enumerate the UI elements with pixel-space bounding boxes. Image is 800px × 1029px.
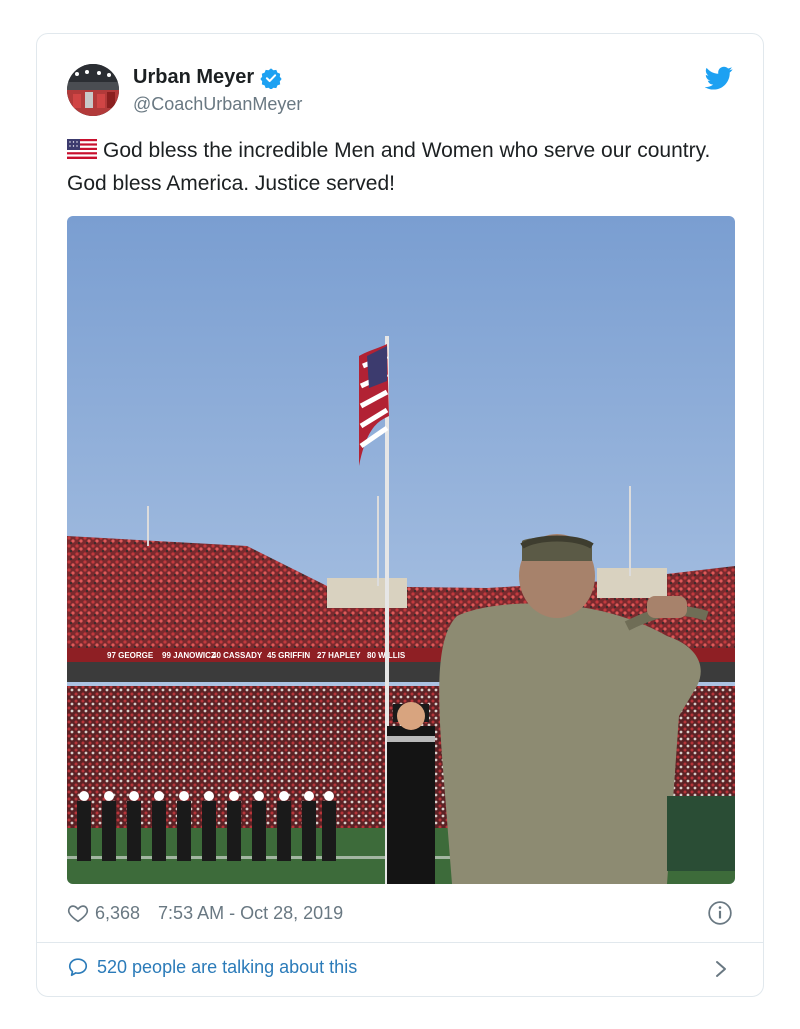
avatar[interactable]: [67, 64, 119, 116]
svg-text:45 GRIFFIN: 45 GRIFFIN: [267, 651, 310, 660]
verified-badge-icon: [260, 67, 282, 89]
tweet-text-body: God bless the incredible Men and Women w…: [67, 139, 711, 195]
tweet-meta: 6,368 7:53 AM - Oct 28, 2019: [67, 900, 343, 926]
speech-bubble-icon: [68, 958, 88, 977]
tweet-timestamp[interactable]: 7:53 AM - Oct 28, 2019: [158, 903, 343, 924]
author-name-text[interactable]: Urban Meyer: [133, 66, 254, 89]
twitter-bird-icon[interactable]: [705, 64, 733, 92]
conversation-text[interactable]: 520 people are talking about this: [97, 957, 357, 978]
svg-text:27 HAPLEY: 27 HAPLEY: [317, 651, 361, 660]
svg-text:97 GEORGE: 97 GEORGE: [107, 651, 154, 660]
tweet-card: Urban Meyer @CoachUrbanMeyer God bless t…: [36, 33, 764, 997]
svg-text:40 CASSADY: 40 CASSADY: [212, 651, 263, 660]
chevron-right-icon[interactable]: [713, 958, 729, 980]
tweet-photo[interactable]: 97 GEORGE 99 JANOWICZ 40 CASSADY 45 GRIFFI…: [67, 216, 735, 884]
footer-divider: [37, 942, 763, 943]
tweet-text: God bless the incredible Men and Women w…: [67, 134, 737, 200]
author-handle[interactable]: @CoachUrbanMeyer: [133, 94, 302, 115]
like-count[interactable]: 6,368: [95, 903, 140, 924]
info-icon[interactable]: [707, 900, 733, 926]
us-flag-emoji-icon: [67, 139, 97, 159]
conversation-link[interactable]: 520 people are talking about this: [67, 956, 357, 978]
stadium-salute-photo: 97 GEORGE 99 JANOWICZ 40 CASSADY 45 GRIFFI…: [67, 216, 735, 884]
svg-text:99 JANOWICZ: 99 JANOWICZ: [162, 651, 216, 660]
heart-icon[interactable]: [67, 902, 89, 924]
author-name[interactable]: Urban Meyer: [133, 66, 282, 89]
